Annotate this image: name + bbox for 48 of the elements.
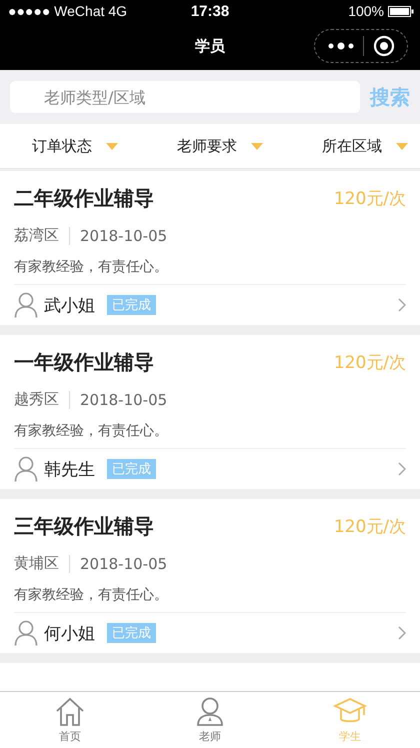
dropdown-triangle-icon (106, 142, 118, 150)
client-name: 韩先生 (44, 458, 95, 480)
client-name: 武小姐 (44, 294, 95, 316)
order-price: 120元/次 (334, 516, 406, 538)
home-icon (54, 696, 86, 726)
clock-text: 17:38 (190, 2, 230, 20)
tab-item[interactable]: 老师 (140, 692, 280, 748)
battery-text: 100% (348, 3, 384, 19)
person-icon (195, 696, 225, 726)
dropdown-triangle-icon (251, 142, 263, 150)
chevron-icon (398, 298, 406, 312)
order-note: 有家教经验，有责任心。 (14, 586, 406, 613)
person-icon (14, 456, 38, 482)
order-title: 三年级作业辅导 (14, 513, 154, 540)
filter-dropdown[interactable]: 所在区域 (322, 136, 408, 156)
order-note: 有家教经验，有责任心。 (14, 422, 406, 449)
close-icon[interactable] (372, 35, 395, 57)
chevron-icon (398, 462, 406, 476)
battery-icon (388, 6, 414, 16)
dropdown-triangle-icon (396, 142, 408, 150)
order-card[interactable]: 三年级作业辅导 120元/次 黄埔区 2018-10-05 有家教经验，有责任心。 何小姐 已完成 (0, 499, 420, 653)
district-text: 荔湾区 (14, 226, 59, 245)
order-title: 二年级作业辅导 (14, 185, 154, 212)
order-price: 120元/次 (334, 188, 406, 210)
order-title: 一年级作业辅导 (14, 349, 154, 376)
carrier-text: ●●●●● WeChat 4G (8, 3, 128, 19)
order-card[interactable]: 一年级作业辅导 120元/次 越秀区 2018-10-05 有家教经验，有责任心。 韩先生 已完成 (0, 335, 420, 489)
person-icon (14, 292, 38, 318)
date-text: 2018-10-05 (80, 226, 168, 244)
client-name: 何小姐 (44, 622, 95, 644)
date-text: 2018-10-05 (80, 390, 168, 408)
filter-dropdown[interactable]: 老师要求 (177, 136, 263, 156)
page-title: 学员 (195, 36, 225, 56)
more-icon[interactable] (327, 41, 356, 51)
status-badge: 已完成 (107, 295, 156, 315)
order-note: 有家教经验，有责任心。 (14, 258, 406, 285)
search-field[interactable]: 老师类型/区域 (10, 81, 360, 113)
person-icon (14, 620, 38, 646)
order-price: 120元/次 (334, 352, 406, 374)
status-badge: 已完成 (107, 459, 156, 479)
date-text: 2018-10-05 (80, 554, 168, 572)
filter-dropdown[interactable]: 订单状态 (32, 136, 118, 156)
district-text: 黄埔区 (14, 554, 59, 573)
district-text: 越秀区 (14, 390, 59, 409)
chevron-icon (398, 626, 406, 640)
order-card[interactable]: 二年级作业辅导 120元/次 荔湾区 2018-10-05 有家教经验，有责任心。 武小姐 已完成 (0, 171, 420, 325)
status-badge: 已完成 (107, 623, 156, 643)
tab-item[interactable]: 首页 (0, 692, 140, 748)
